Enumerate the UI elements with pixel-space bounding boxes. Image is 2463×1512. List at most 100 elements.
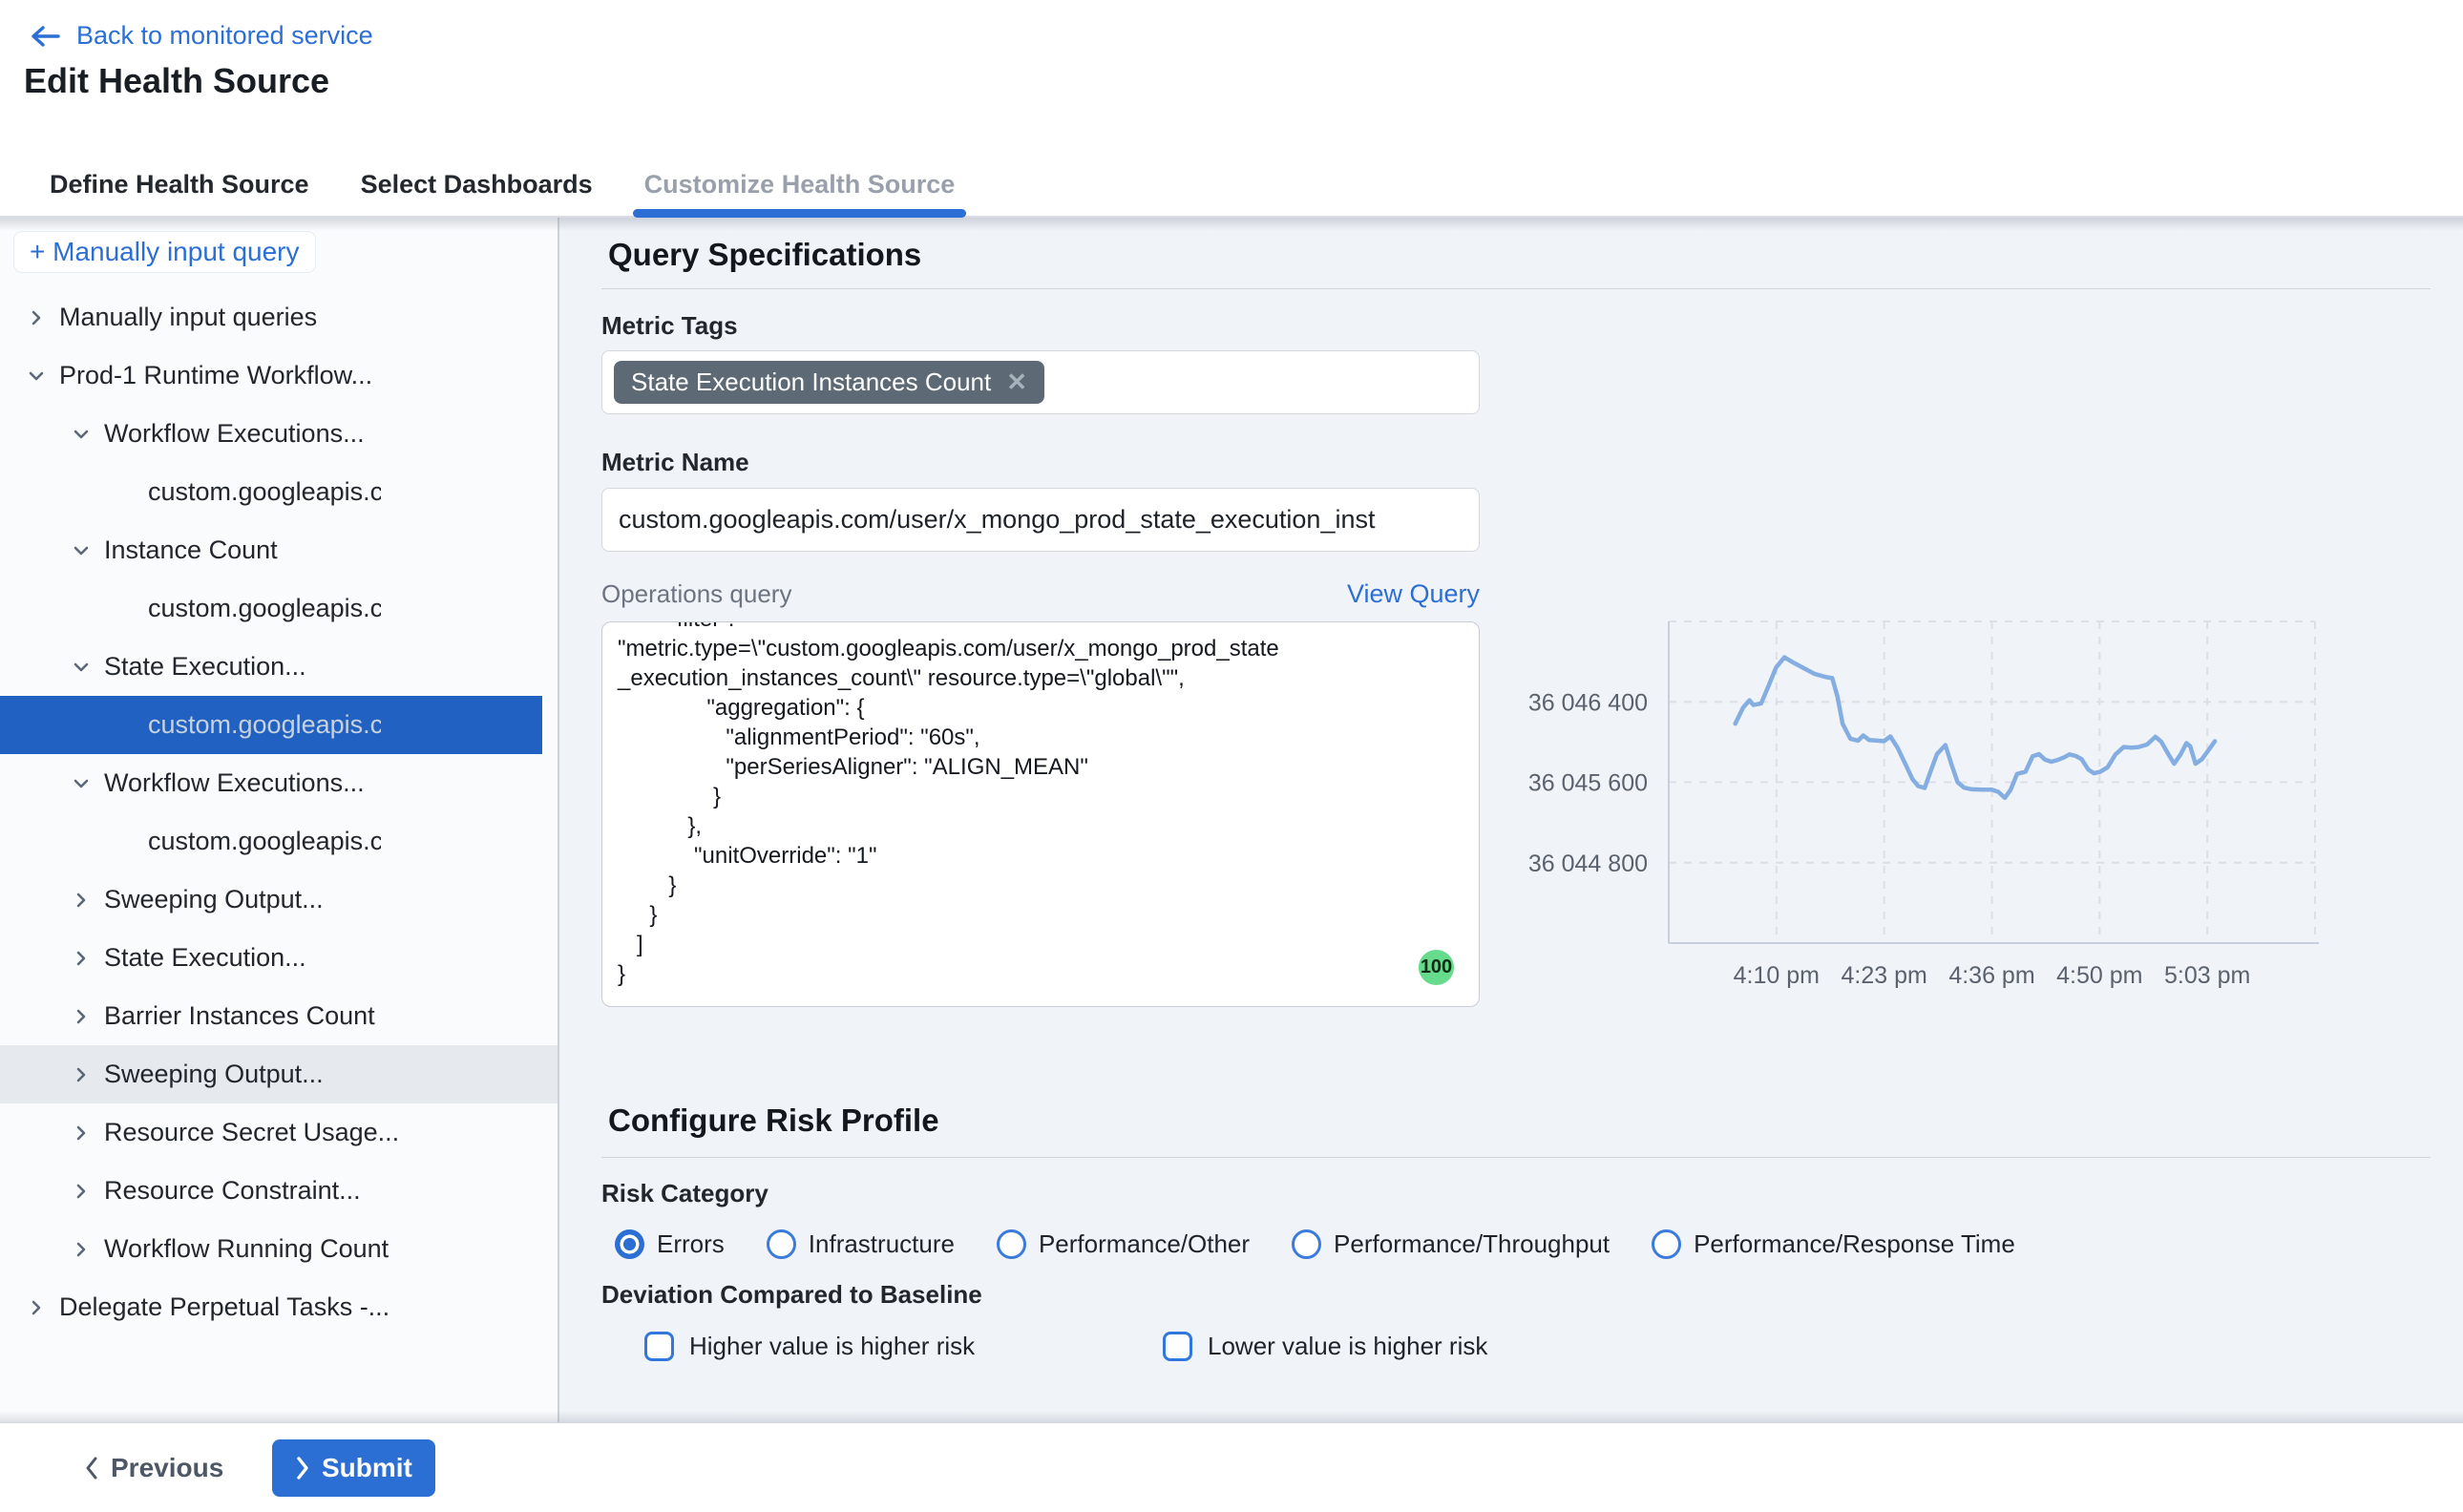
chevron-down-icon (70, 772, 93, 795)
risk-option-label: Performance/Throughput (1334, 1229, 1610, 1259)
tree-item-label: Prod-1 Runtime Workflow... (59, 361, 372, 390)
footer-bar: Previous Submit (0, 1422, 2463, 1512)
tab-define-health-source[interactable]: Define Health Source (46, 153, 313, 216)
metric-name-label: Metric Name (601, 448, 749, 477)
tree-item-label: Resource Constraint... (104, 1176, 361, 1206)
tree-item-workflow-executions[interactable]: Workflow Executions... (0, 754, 558, 812)
radio-unselected-icon[interactable] (767, 1229, 796, 1259)
tree-item-label: custom.googleapis.co (148, 477, 381, 507)
tree-item-workflow-running-count[interactable]: Workflow Running Count (0, 1220, 558, 1278)
tree-item-resource-constraint[interactable]: Resource Constraint... (0, 1162, 558, 1220)
risk-option-label: Performance/Response Time (1694, 1229, 2015, 1259)
page-header: Back to monitored service Edit Health So… (0, 0, 2463, 218)
tree-item-custom-googleapis-co[interactable]: custom.googleapis.co (0, 463, 558, 521)
tree-item-sweeping-output[interactable]: Sweeping Output... (0, 1045, 558, 1103)
tree-item-delegate-perpetual-tasks[interactable]: Delegate Perpetual Tasks -... (0, 1278, 558, 1336)
risk-option-errors[interactable]: Errors (615, 1229, 725, 1259)
tree-item-state-execution[interactable]: State Execution... (0, 638, 558, 696)
chevron-down-icon (25, 365, 48, 388)
section-divider (601, 1157, 2431, 1158)
tree-item-sweeping-output[interactable]: Sweeping Output... (0, 871, 558, 929)
radio-selected-icon[interactable] (615, 1229, 644, 1259)
radio-unselected-icon[interactable] (1292, 1229, 1321, 1259)
risk-option-infrastructure[interactable]: Infrastructure (767, 1229, 955, 1259)
chevron-right-icon (70, 1122, 93, 1144)
tree-item-resource-secret-usage[interactable]: Resource Secret Usage... (0, 1103, 558, 1162)
checkbox-label: Lower value is higher risk (1208, 1332, 1487, 1361)
tree-item-custom-googleapis-co[interactable]: custom.googleapis.co (0, 579, 558, 638)
tab-select-dashboards[interactable]: Select Dashboards (357, 153, 597, 216)
tree-item-label: Instance Count (104, 536, 278, 565)
metric-name-input[interactable] (601, 488, 1480, 552)
tree-item-label: Sweeping Output... (104, 1060, 324, 1089)
tree-item-label: Workflow Running Count (104, 1234, 389, 1264)
risk-option-label: Errors (657, 1229, 725, 1259)
radio-unselected-icon[interactable] (997, 1229, 1026, 1259)
metric-sidebar: + Manually input query Manually input qu… (0, 218, 559, 1422)
tree-item-barrier-instances-count[interactable]: Barrier Instances Count (0, 987, 558, 1045)
metric-tag-chip: State Execution Instances Count ✕ (614, 361, 1044, 404)
tree-item-state-execution[interactable]: State Execution... (0, 929, 558, 987)
checkbox-unchecked-icon[interactable] (1163, 1332, 1192, 1361)
checkbox-unchecked-icon[interactable] (644, 1332, 674, 1361)
y-axis-tick-label: 36 046 400 (1528, 689, 1648, 716)
tree-item-label: custom.googleapis.co (148, 710, 381, 740)
y-axis-tick-label: 36 045 600 (1528, 770, 1648, 797)
metric-tree: Manually input queries Prod-1 Runtime Wor… (0, 288, 558, 1336)
previous-button[interactable]: Previous (84, 1423, 223, 1512)
chevron-right-icon (70, 1063, 93, 1086)
tree-item-workflow-executions[interactable]: Workflow Executions... (0, 405, 558, 463)
chevron-right-icon (70, 889, 93, 912)
view-query-link[interactable]: View Query (1347, 579, 1480, 609)
chevron-left-icon (84, 1456, 99, 1480)
operations-query-editor[interactable]: "filter": "metric.type=\"custom.googleap… (601, 621, 1480, 1007)
query-score-badge: 100 (1419, 950, 1454, 985)
metric-tags-input[interactable]: State Execution Instances Count ✕ (601, 350, 1480, 414)
tree-item-label: State Execution... (104, 652, 306, 682)
tree-item-prod-1-runtime-workflow[interactable]: Prod-1 Runtime Workflow... (0, 346, 558, 405)
chevron-down-icon (70, 539, 93, 562)
x-axis-tick-label: 4:50 pm (2056, 962, 2142, 989)
tree-item-manually-input-queries[interactable]: Manually input queries (0, 288, 558, 346)
tree-item-label: Delegate Perpetual Tasks -... (59, 1292, 389, 1322)
risk-option-performance-throughput[interactable]: Performance/Throughput (1292, 1229, 1610, 1259)
chevron-right-icon (25, 306, 48, 329)
tree-item-label: custom.googleapis.co (148, 594, 381, 623)
tree-item-custom-googleapis-co[interactable]: custom.googleapis.co (0, 696, 542, 754)
deviation-label: Deviation Compared to Baseline (601, 1280, 982, 1310)
code-clipped-line: "filter": (618, 622, 1463, 634)
tree-item-label: Resource Secret Usage... (104, 1118, 399, 1147)
back-link-label: Back to monitored service (76, 21, 373, 51)
tree-item-label: Workflow Executions... (104, 419, 365, 449)
back-link[interactable]: Back to monitored service (29, 21, 373, 51)
chevron-right-icon (70, 1005, 93, 1028)
tab-bar: Define Health Source Select Dashboards Cus… (46, 153, 958, 216)
tree-item-label: custom.googleapis.co (148, 827, 381, 856)
operations-query-label: Operations query (601, 579, 791, 609)
edit-health-source-screen: Back to monitored service Edit Health So… (0, 0, 2463, 1512)
chevron-down-icon (70, 656, 93, 679)
tab-customize-health-source[interactable]: Customize Health Source (641, 153, 959, 216)
add-manual-query-button[interactable]: + Manually input query (14, 232, 315, 272)
chevron-right-icon (295, 1456, 310, 1480)
risk-option-performance-response-time[interactable]: Performance/Response Time (1652, 1229, 2015, 1259)
metric-tag-chip-label: State Execution Instances Count (631, 368, 991, 397)
metric-timeseries-line (1736, 658, 2215, 798)
previous-button-label: Previous (111, 1453, 223, 1483)
checkbox-item-higher-value-is-higher-risk[interactable]: Higher value is higher risk (644, 1332, 975, 1361)
submit-button[interactable]: Submit (272, 1439, 435, 1497)
chevron-down-icon (70, 423, 93, 446)
tree-item-instance-count[interactable]: Instance Count (0, 521, 558, 579)
submit-button-label: Submit (322, 1453, 412, 1483)
x-axis-tick-label: 4:36 pm (1948, 962, 2034, 989)
tree-item-custom-googleapis-co[interactable]: custom.googleapis.co (0, 812, 558, 871)
checkbox-item-lower-value-is-higher-risk[interactable]: Lower value is higher risk (1163, 1332, 1487, 1361)
chip-remove-icon[interactable]: ✕ (1006, 368, 1027, 397)
risk-option-performance-other[interactable]: Performance/Other (997, 1229, 1250, 1259)
risk-option-label: Infrastructure (809, 1229, 955, 1259)
operations-query-row: Operations query View Query (601, 579, 1480, 609)
page-title: Edit Health Source (24, 61, 329, 101)
configure-risk-profile-title: Configure Risk Profile (608, 1102, 939, 1139)
chevron-right-icon (70, 1180, 93, 1203)
radio-unselected-icon[interactable] (1652, 1229, 1681, 1259)
